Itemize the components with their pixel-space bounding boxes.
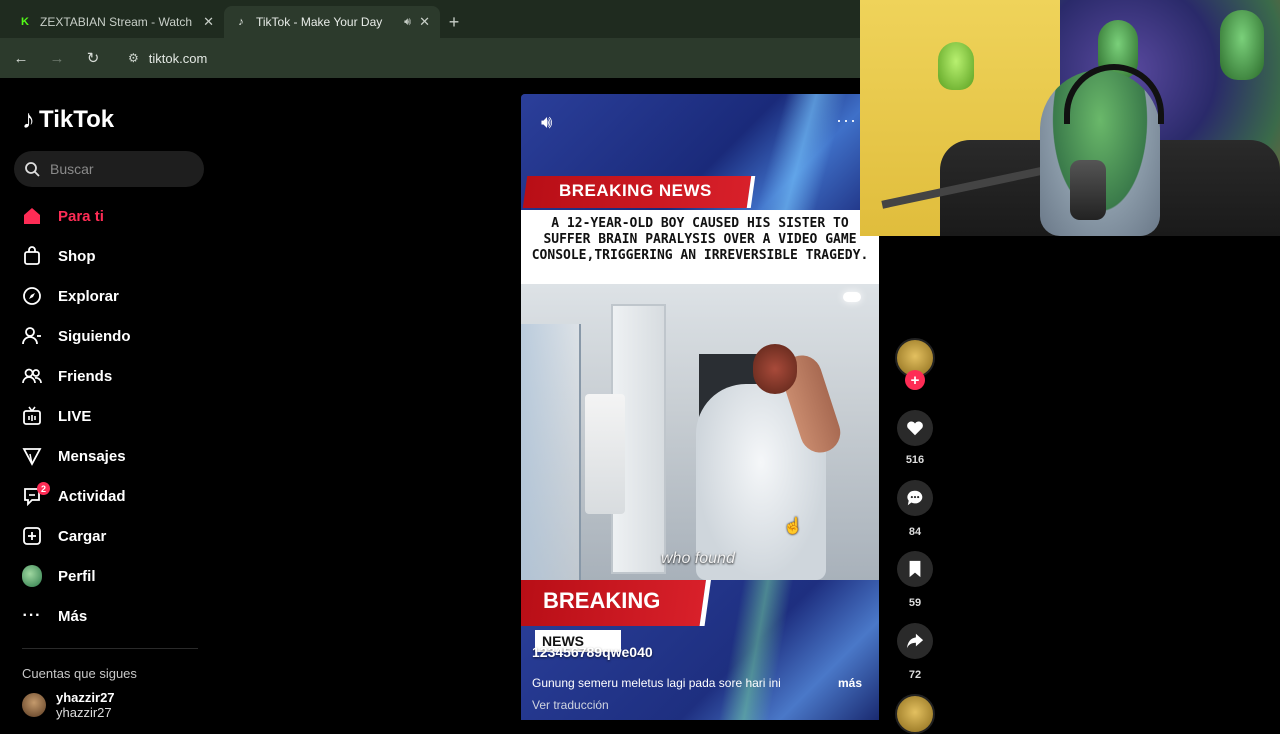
tiktok-note-icon: ♪ bbox=[22, 104, 35, 134]
webcam-overlay bbox=[860, 0, 1280, 236]
divider bbox=[22, 648, 198, 649]
sidebar-item-label: Para ti bbox=[58, 207, 104, 225]
save-button[interactable] bbox=[897, 551, 933, 587]
video-player[interactable]: 🔊︎ ··· BREAKING NEWS A 12-YEAR-OLD BOY C… bbox=[521, 94, 879, 720]
video-scene: who found ☝ bbox=[521, 284, 879, 580]
video-bottom-frame: BREAKING NEWS 123456789qwe040 Gunung sem… bbox=[521, 580, 879, 720]
reload-button[interactable]: ↻ bbox=[82, 47, 104, 69]
more-link[interactable]: más bbox=[838, 676, 862, 690]
live-tv-icon bbox=[22, 406, 42, 426]
sidebar-item-label: Explorar bbox=[58, 287, 119, 305]
search-icon bbox=[25, 162, 40, 177]
like-button[interactable] bbox=[897, 410, 933, 446]
sidebar-item-label: Actividad bbox=[58, 487, 126, 505]
music-disc-avatar[interactable] bbox=[895, 694, 935, 734]
person-follow-icon bbox=[22, 326, 42, 346]
sidebar-item-live[interactable]: LIVE bbox=[22, 396, 212, 436]
browser-tab-strip: K ZEXTABIAN Stream - Watch Live ✕ ♪ TikT… bbox=[0, 0, 860, 38]
sidebar-item-actividad[interactable]: 2 Actividad bbox=[22, 476, 212, 516]
heart-icon bbox=[907, 421, 923, 436]
sidebar: ♪ TikTok Buscar Para ti Shop Explorar Si… bbox=[0, 78, 220, 720]
like-count: 516 bbox=[905, 454, 925, 466]
more-options-icon[interactable]: ··· bbox=[836, 110, 857, 131]
avatar bbox=[22, 565, 42, 587]
following-account[interactable]: yhazzir27 yhazzir27 bbox=[22, 690, 115, 720]
video-caption: who found bbox=[661, 550, 735, 567]
save-count: 59 bbox=[908, 597, 922, 609]
tab-tiktok[interactable]: ♪ TikTok - Make Your Day 🔊︎ ✕ bbox=[224, 6, 440, 38]
comment-count: 84 bbox=[908, 526, 922, 538]
notification-badge: 2 bbox=[37, 482, 50, 495]
share-button[interactable] bbox=[897, 623, 933, 659]
kick-favicon-icon: K bbox=[21, 16, 29, 28]
account-name: yhazzir27 bbox=[56, 690, 115, 705]
video-headline: A 12-YEAR-OLD BOY CAUSED HIS SISTER TO S… bbox=[521, 210, 879, 284]
account-handle: yhazzir27 bbox=[56, 705, 112, 720]
avatar bbox=[22, 693, 46, 717]
tiktok-logo[interactable]: ♪ TikTok bbox=[22, 104, 114, 135]
microphone bbox=[1070, 160, 1106, 220]
sidebar-item-label: Siguiendo bbox=[58, 327, 131, 345]
nav-list: Para ti Shop Explorar Siguiendo Friends … bbox=[22, 196, 212, 636]
close-tab-icon[interactable]: ✕ bbox=[203, 14, 214, 30]
tab-zextabian[interactable]: K ZEXTABIAN Stream - Watch Live ✕ bbox=[8, 6, 224, 38]
sidebar-item-mensajes[interactable]: Mensajes bbox=[22, 436, 212, 476]
search-placeholder: Buscar bbox=[50, 161, 94, 177]
address-bar: ← → ↻ ⚙ tiktok.com bbox=[0, 38, 860, 78]
tab-title: TikTok - Make Your Day bbox=[256, 15, 383, 29]
sidebar-item-perfil[interactable]: Perfil bbox=[22, 556, 212, 596]
compass-icon bbox=[22, 286, 42, 306]
video-author[interactable]: 123456789qwe040 bbox=[532, 644, 653, 660]
sidebar-item-friends[interactable]: Friends bbox=[22, 356, 212, 396]
shop-icon bbox=[22, 246, 42, 266]
video-description: Gunung semeru meletus lagi pada sore har… bbox=[532, 676, 781, 690]
share-count: 72 bbox=[908, 669, 922, 681]
hand-cursor-icon: ☝ bbox=[783, 518, 803, 535]
sidebar-item-label: LIVE bbox=[58, 407, 92, 425]
tab-title: ZEXTABIAN Stream - Watch Live bbox=[40, 15, 195, 29]
plus-square-icon bbox=[22, 526, 42, 546]
tiktok-favicon-icon: ♪ bbox=[238, 16, 244, 28]
site-settings-icon[interactable]: ⚙ bbox=[128, 51, 139, 65]
following-heading: Cuentas que sigues bbox=[22, 666, 137, 681]
follow-plus-icon[interactable]: + bbox=[905, 370, 925, 390]
sidebar-item-shop[interactable]: Shop bbox=[22, 236, 212, 276]
home-icon bbox=[22, 206, 42, 226]
close-tab-icon[interactable]: ✕ bbox=[419, 14, 430, 30]
sidebar-item-label: Perfil bbox=[58, 567, 96, 585]
url-text: tiktok.com bbox=[148, 50, 208, 66]
ellipsis-icon: ··· bbox=[22, 607, 42, 624]
paper-plane-icon bbox=[22, 446, 42, 466]
new-tab-button[interactable]: + bbox=[440, 6, 468, 38]
breaking-text: BREAKING bbox=[543, 588, 661, 613]
volume-icon[interactable]: 🔊︎ bbox=[541, 112, 552, 133]
logo-text: TikTok bbox=[39, 105, 115, 133]
forward-button[interactable]: → bbox=[46, 47, 68, 69]
comment-button[interactable] bbox=[897, 480, 933, 516]
sidebar-item-explorar[interactable]: Explorar bbox=[22, 276, 212, 316]
alien-toy bbox=[938, 42, 974, 90]
translate-link[interactable]: Ver traducción bbox=[532, 698, 609, 712]
share-arrow-icon bbox=[906, 633, 924, 649]
omnibox[interactable]: ⚙ tiktok.com bbox=[118, 43, 217, 73]
friends-icon bbox=[22, 366, 42, 386]
sidebar-item-label: Friends bbox=[58, 367, 113, 385]
sidebar-item-siguiendo[interactable]: Siguiendo bbox=[22, 316, 212, 356]
sidebar-item-label: Más bbox=[58, 607, 88, 625]
search-input[interactable]: Buscar bbox=[14, 151, 204, 187]
sidebar-item-para-ti[interactable]: Para ti bbox=[22, 196, 212, 236]
account-names: yhazzir27 yhazzir27 bbox=[56, 690, 115, 720]
sidebar-item-label: Shop bbox=[58, 247, 96, 265]
breaking-news-text: BREAKING NEWS bbox=[559, 181, 712, 200]
sidebar-item-cargar[interactable]: Cargar bbox=[22, 516, 212, 556]
sidebar-item-label: Mensajes bbox=[58, 447, 126, 465]
speaker-icon[interactable]: 🔊︎ bbox=[404, 16, 411, 29]
sidebar-item-label: Cargar bbox=[58, 527, 107, 545]
back-button[interactable]: ← bbox=[10, 47, 32, 69]
sidebar-item-mas[interactable]: ··· Más bbox=[22, 596, 212, 636]
bookmark-icon bbox=[909, 560, 921, 578]
comment-icon bbox=[907, 490, 923, 506]
